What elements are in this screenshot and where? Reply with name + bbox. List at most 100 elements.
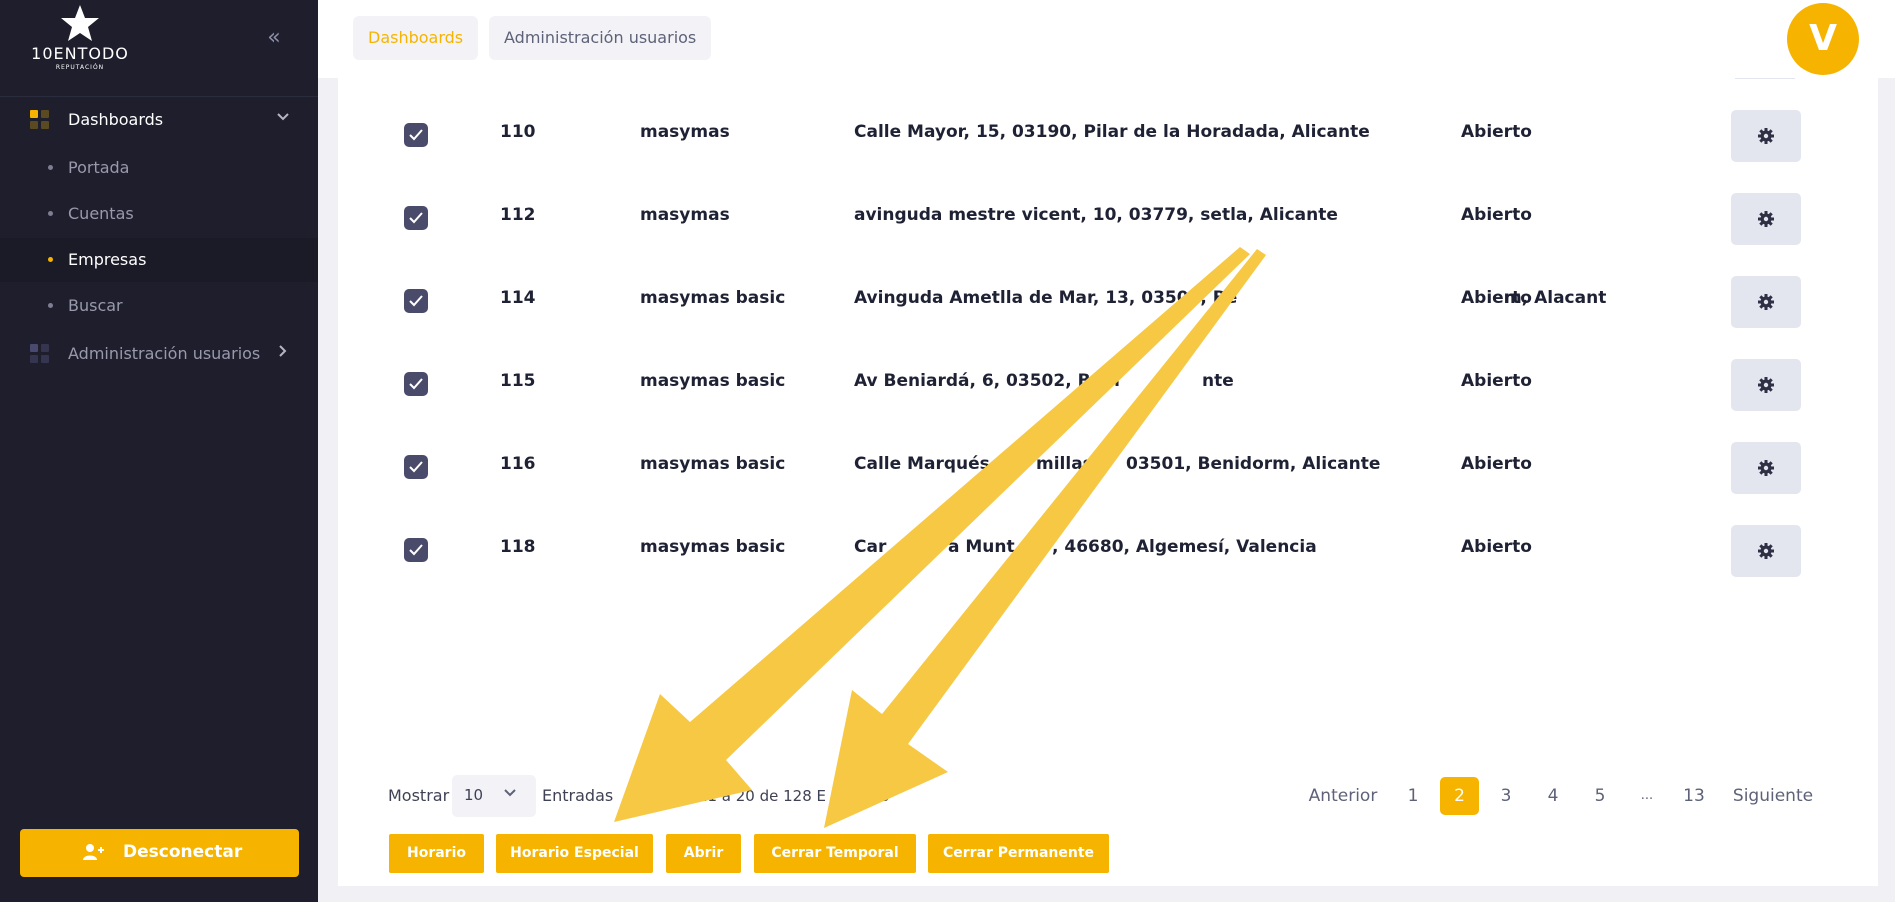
entries-label: Entradas — [542, 786, 614, 805]
chevron-down-icon — [276, 109, 290, 128]
bullet-icon — [48, 257, 53, 262]
cell-id: 118 — [500, 537, 536, 557]
row-settings-button[interactable] — [1731, 359, 1801, 411]
row-checkbox[interactable] — [404, 289, 428, 313]
cell-address: Av Beniardá, 6, 03502, Beni — [854, 371, 1120, 391]
cell-status: Abierto — [1461, 371, 1532, 391]
pagination-page[interactable]: 1 — [1394, 777, 1432, 815]
sidebar-item-label: Administración usuarios — [68, 344, 261, 363]
show-label: Mostrar — [388, 786, 450, 805]
sidebar-item-portada[interactable]: Portada — [0, 146, 318, 190]
cell-status: Abierto — [1461, 122, 1532, 142]
pagination-ellipsis: ... — [1640, 788, 1654, 803]
cell-address: Avinguda Ametlla de Mar, 13, 03503, Be — [854, 288, 1238, 308]
row-checkbox[interactable] — [404, 206, 428, 230]
admin-grid-icon — [30, 344, 50, 364]
cerrar-permanente-button[interactable]: Cerrar Permanente — [928, 834, 1109, 873]
check-icon — [409, 212, 423, 224]
cell-id: 114 — [500, 288, 536, 308]
page-size-select[interactable]: 10 — [452, 775, 536, 817]
cell-status: Abierto — [1461, 205, 1532, 225]
cell-id: 116 — [500, 454, 536, 474]
row-checkbox[interactable] — [404, 123, 428, 147]
pagination-prev[interactable]: Anterior — [1300, 777, 1386, 815]
row-checkbox[interactable] — [404, 455, 428, 479]
table-row: 115 masymas basic Av Beniardá, 6, 03502,… — [338, 341, 1878, 424]
user-plus-icon — [82, 843, 104, 866]
row-checkbox[interactable] — [404, 538, 428, 562]
pagination-page[interactable]: 13 — [1674, 777, 1714, 815]
bullet-icon — [48, 211, 53, 216]
logo-brand: 10ENTODO — [31, 44, 129, 63]
cell-address-end2: , 46680, Algemesí, Valencia — [1052, 537, 1317, 557]
gear-icon — [1758, 460, 1774, 476]
collapse-sidebar-icon[interactable]: « — [262, 26, 286, 50]
cell-id: 112 — [500, 205, 536, 225]
gear-icon — [1758, 294, 1774, 310]
cell-plan: masymas basic — [640, 288, 786, 308]
cell-address-end2: 03501, Benidorm, Alicante — [1126, 454, 1381, 474]
horario-button[interactable]: Horario — [389, 834, 484, 873]
sidebar-item-label: Cuentas — [68, 204, 134, 223]
row-settings-button[interactable] — [1731, 525, 1801, 577]
user-avatar[interactable]: V — [1787, 3, 1859, 75]
chevron-right-icon — [276, 343, 290, 362]
row-settings-button[interactable] — [1731, 193, 1801, 245]
tab-dashboards[interactable]: Dashboards — [353, 16, 479, 60]
horario-especial-button[interactable]: Horario Especial — [496, 834, 653, 873]
pagination-page[interactable]: 5 — [1581, 777, 1619, 815]
cell-address-end: nte — [1202, 371, 1234, 391]
sidebar-item-dashboards[interactable]: Dashboards — [0, 102, 318, 138]
dashboards-grid-icon — [30, 110, 50, 130]
cell-address: Calle Marqués — [854, 454, 990, 474]
cell-plan: masymas basic — [640, 454, 786, 474]
abrir-button[interactable]: Abrir — [666, 834, 741, 873]
check-icon — [409, 378, 423, 390]
check-icon — [409, 129, 423, 141]
check-icon — [409, 544, 423, 556]
gear-icon — [1758, 128, 1774, 144]
gear-icon — [1758, 377, 1774, 393]
pagination-page-current[interactable]: 2 — [1440, 777, 1479, 815]
logo-subtitle: REPUTACIÓN — [55, 64, 105, 71]
sidebar: 10ENTODO REPUTACIÓN « Dashboards Portada… — [0, 0, 318, 902]
sidebar-item-admin-usuarios[interactable]: Administración usuarios — [0, 336, 318, 372]
sidebar-item-label: Empresas — [68, 250, 147, 269]
star-logo-icon — [61, 5, 99, 41]
row-settings-button[interactable] — [1731, 442, 1801, 494]
sidebar-item-label: Dashboards — [68, 110, 164, 129]
cell-address-end: a Munt — [948, 537, 1015, 557]
tab-administracion-usuarios[interactable]: Administración usuarios — [489, 16, 712, 60]
pagination-page[interactable]: 4 — [1534, 777, 1572, 815]
sidebar-item-buscar[interactable]: Buscar — [0, 284, 318, 328]
sidebar-item-empresas[interactable]: Empresas — [0, 238, 318, 282]
table-row: 114 masymas basic Avinguda Ametlla de Ma… — [338, 258, 1878, 341]
cell-plan: masymas basic — [640, 537, 786, 557]
cell-status: Abierto — [1461, 537, 1532, 557]
entries-info-end: s — [881, 787, 889, 805]
cell-status: Abierto — [1461, 454, 1532, 474]
page-size-value: 10 — [464, 786, 484, 804]
cell-address: Calle Mayor, 15, 03190, Pilar de la Hora… — [854, 122, 1370, 142]
cell-status: Abierto — [1461, 288, 1532, 308]
cell-address: Car — [854, 537, 887, 557]
sidebar-item-cuentas[interactable]: Cuentas — [0, 192, 318, 236]
cell-id: 115 — [500, 371, 536, 391]
sidebar-divider — [0, 96, 318, 97]
cerrar-temporal-button[interactable]: Cerrar Temporal — [754, 834, 916, 873]
table-row: 110 masymas Calle Mayor, 15, 03190, Pila… — [338, 92, 1878, 175]
row-checkbox[interactable] — [404, 372, 428, 396]
table-header-remnant — [1735, 78, 1795, 79]
cell-plan: masymas — [640, 122, 730, 142]
sidebar-item-label: Portada — [68, 158, 130, 177]
logo[interactable]: 10ENTODO REPUTACIÓN — [30, 4, 130, 76]
gear-icon — [1758, 543, 1774, 559]
cell-address: avinguda mestre vicent, 10, 03779, setla… — [854, 205, 1338, 225]
logout-button[interactable]: Desconectar — [20, 829, 299, 877]
pagination-page[interactable]: 3 — [1487, 777, 1525, 815]
row-settings-button[interactable] — [1731, 276, 1801, 328]
check-icon — [409, 461, 423, 473]
table-row: 112 masymas avinguda mestre vicent, 10, … — [338, 175, 1878, 258]
pagination-next[interactable]: Siguiente — [1726, 777, 1820, 815]
row-settings-button[interactable] — [1731, 110, 1801, 162]
